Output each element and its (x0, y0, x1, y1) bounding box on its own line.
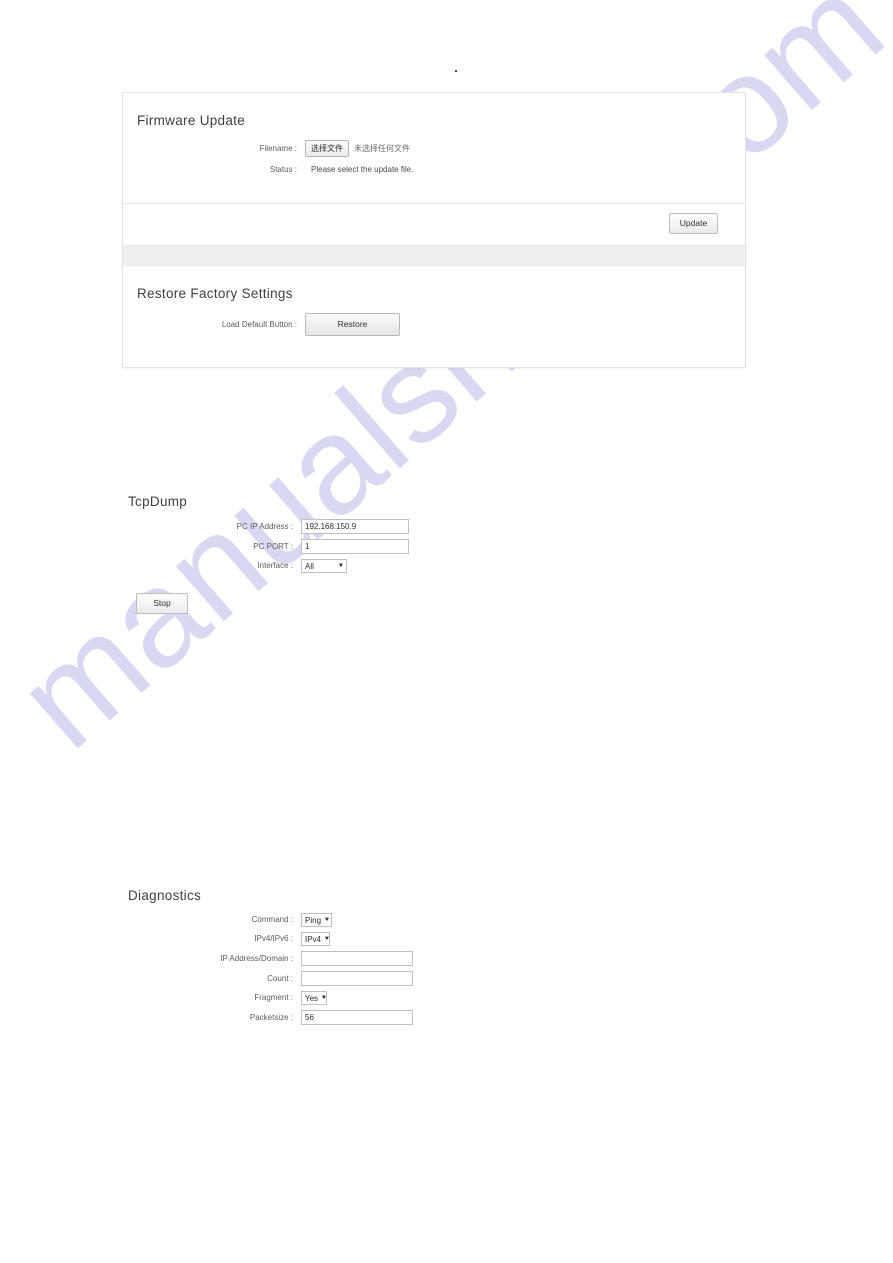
pc-ip-address-input[interactable] (301, 519, 409, 534)
fragment-select[interactable]: Yes ▼ (301, 991, 327, 1005)
restore-factory-settings-title: Restore Factory Settings (137, 286, 293, 301)
count-row: Count : (128, 971, 548, 986)
restore-factory-settings-panel: Restore Factory Settings Load Default Bu… (123, 266, 745, 367)
tcpdump-section: TcpDump PC IP Address : PC PORT : Interf… (128, 494, 548, 614)
ip-address-domain-row: IP Address/Domain : (128, 951, 548, 966)
chevron-down-icon: ▼ (323, 936, 331, 942)
firmware-update-title: Firmware Update (137, 113, 246, 128)
ip-version-select[interactable]: IPv4 ▼ (301, 932, 330, 946)
fragment-row: Fragment : Yes ▼ (128, 991, 548, 1005)
tcpdump-title: TcpDump (128, 494, 188, 509)
update-button[interactable]: Update (669, 213, 718, 234)
section-separator-band (123, 245, 745, 266)
ip-version-select-value: IPv4 (305, 934, 322, 944)
fragment-select-value: Yes (305, 993, 319, 1003)
no-file-selected-text: 未选择任何文件 (354, 143, 410, 153)
count-input[interactable] (301, 971, 413, 986)
pc-ip-address-label: PC IP Address : (236, 521, 293, 531)
command-label: Command : (251, 915, 293, 924)
count-label: Count : (267, 973, 293, 983)
packetsize-label: Packetsize : (249, 1012, 293, 1022)
pc-port-label: PC PORT : (253, 541, 293, 551)
filename-row: Filename : 选择文件 未选择任何文件 (137, 140, 727, 157)
chevron-down-icon: ▼ (323, 917, 331, 923)
status-label: Status : (269, 165, 297, 174)
packetsize-row: Packetsize : (128, 1010, 548, 1025)
packetsize-input[interactable] (301, 1010, 413, 1025)
pc-port-input[interactable] (301, 539, 409, 554)
ip-version-row: IPv4/IPv6 : IPv4 ▼ (128, 932, 548, 946)
chevron-down-icon: ▼ (337, 563, 345, 569)
status-value: Please select the update file. (311, 165, 414, 174)
ip-address-domain-label: IP Address/Domain : (220, 953, 293, 963)
tcpdump-action-bar: Stop (136, 593, 548, 614)
pc-port-row: PC PORT : (128, 539, 548, 554)
filename-field[interactable]: 选择文件 未选择任何文件 (305, 140, 410, 157)
firmware-update-panel: Firmware Update Filename : 选择文件 未选择任何文件 … (123, 93, 745, 245)
ip-address-domain-input[interactable] (301, 951, 413, 966)
filename-label: Filename : (259, 143, 297, 153)
command-select[interactable]: Ping ▼ (301, 913, 332, 927)
diagnostics-title: Diagnostics (128, 888, 202, 903)
interface-select-value: All (305, 561, 314, 571)
document-page: Firmware Update Filename : 选择文件 未选择任何文件 … (0, 0, 893, 1263)
interface-select[interactable]: All ▼ (301, 559, 347, 573)
settings-card: Firmware Update Filename : 选择文件 未选择任何文件 … (122, 92, 746, 368)
load-default-row: Load Default Button : Restore (137, 313, 727, 336)
status-row: Status : Please select the update file. (137, 164, 727, 176)
ip-version-label: IPv4/IPv6 : (254, 934, 293, 943)
command-select-value: Ping (305, 915, 322, 925)
fragment-label: Fragment : (254, 993, 293, 1002)
interface-row: Interface : All ▼ (128, 559, 548, 573)
choose-file-button[interactable]: 选择文件 (305, 140, 349, 157)
firmware-action-bar: Update (123, 204, 745, 245)
stop-button[interactable]: Stop (136, 593, 188, 614)
restore-button[interactable]: Restore (305, 313, 400, 336)
stray-dot-mark (455, 70, 457, 72)
load-default-label: Load Default Button : (221, 319, 297, 329)
diagnostics-section: Diagnostics Command : Ping ▼ IPv4/IPv6 :… (128, 888, 548, 1030)
chevron-down-icon: ▼ (320, 995, 328, 1001)
command-row: Command : Ping ▼ (128, 913, 548, 927)
interface-label: Interface : (257, 561, 293, 570)
pc-ip-address-row: PC IP Address : (128, 519, 548, 534)
